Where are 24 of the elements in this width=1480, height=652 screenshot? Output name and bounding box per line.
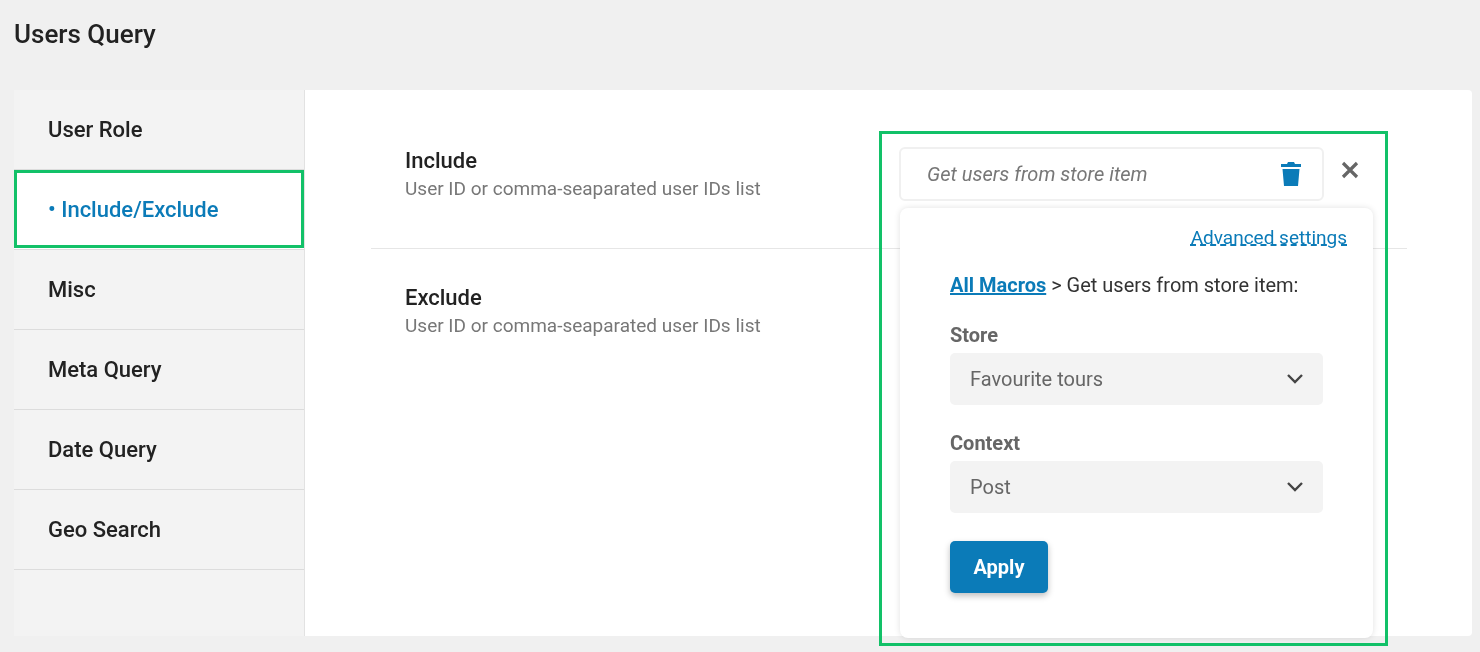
breadcrumb: All Macros > Get users from store item: xyxy=(950,273,1300,297)
sidebar-item[interactable]: Meta Query xyxy=(14,330,304,410)
apply-button[interactable]: Apply xyxy=(950,541,1048,593)
field-description: User ID or comma-seaparated user IDs list xyxy=(405,177,761,200)
page-title: Users Query xyxy=(13,18,157,51)
select-label: Context xyxy=(950,431,1022,455)
select-field[interactable]: Favourite tours xyxy=(950,353,1323,405)
field-description: User ID or comma-seaparated user IDs list xyxy=(405,314,761,337)
sidebar-item[interactable]: User Role xyxy=(14,90,304,170)
advanced-settings-link[interactable]: Advanced settings xyxy=(1190,226,1347,249)
sidebar-item[interactable]: Geo Search xyxy=(14,490,304,570)
all-macros-link[interactable]: All Macros xyxy=(950,273,1047,297)
sidebar-item[interactable]: • Include/Exclude xyxy=(14,170,304,250)
field-label: Exclude xyxy=(405,285,482,310)
sidebar-item[interactable]: Misc xyxy=(14,250,304,330)
sidebar-item[interactable]: Date Query xyxy=(14,410,304,490)
chevron-down-icon xyxy=(1287,374,1303,384)
select-field[interactable]: Post xyxy=(950,461,1323,513)
trash-icon[interactable] xyxy=(1281,162,1301,186)
close-icon[interactable] xyxy=(1341,161,1359,179)
macro-input-field[interactable]: Get users from store item xyxy=(899,147,1324,201)
chevron-down-icon xyxy=(1287,482,1303,492)
field-label: Include xyxy=(405,148,477,173)
select-label: Store xyxy=(950,323,1000,347)
